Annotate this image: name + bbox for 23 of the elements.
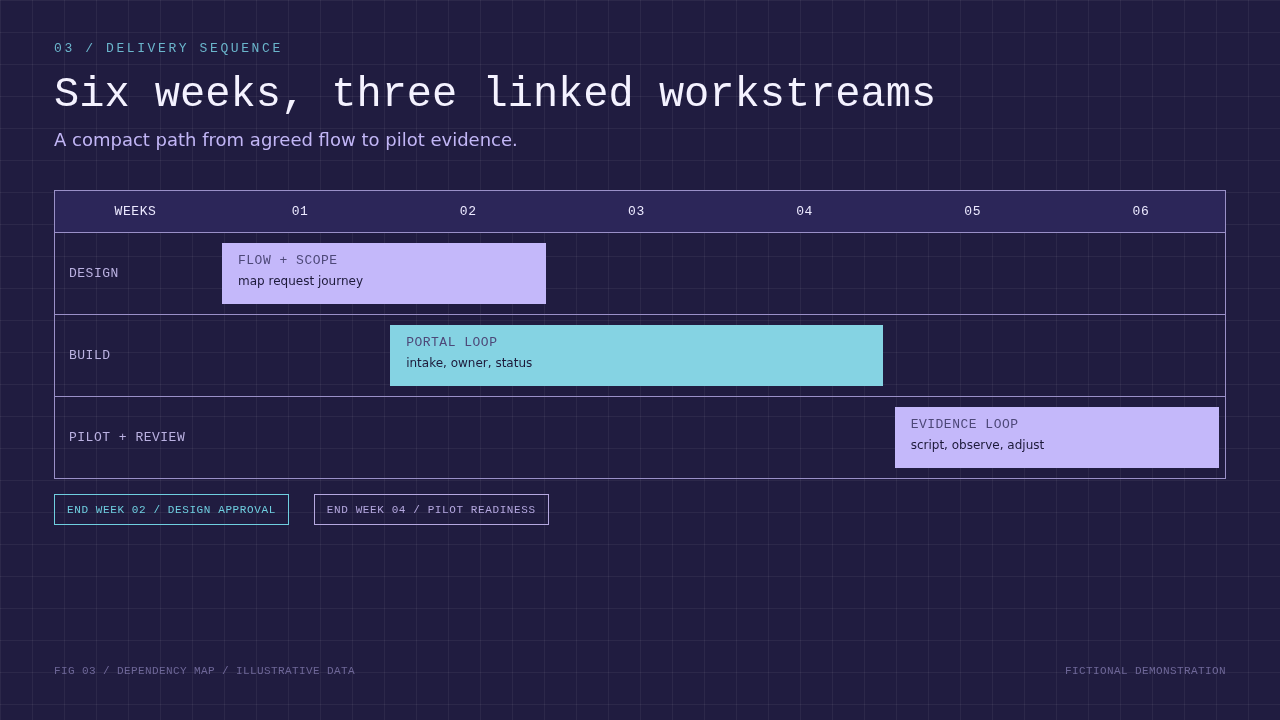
column-header: 06 — [1132, 204, 1150, 219]
task-description: map request journey — [238, 273, 363, 289]
slide-title: Six weeks, three linked workstreams — [54, 74, 937, 116]
row-label: PILOT + REVIEW — [69, 430, 186, 445]
milestone-tag: END WEEK 04 / PILOT READINESS — [313, 494, 549, 525]
column-header: 02 — [459, 204, 477, 219]
task-title: PORTAL LOOP — [406, 335, 498, 351]
footer-note: FICTIONAL DEMONSTRATION — [1064, 664, 1226, 678]
milestone-tag: END WEEK 02 / DESIGN APPROVAL — [54, 494, 289, 525]
task-title: FLOW + SCOPE — [238, 253, 338, 269]
task-description: script, observe, adjust — [910, 437, 1045, 453]
column-header: 01 — [291, 204, 309, 219]
column-header: 03 — [628, 204, 645, 219]
slide-subtitle: A compact path from agreed flow to pilot evidence. — [54, 129, 518, 151]
task-title: EVIDENCE LOOP — [910, 417, 1019, 433]
column-header: 05 — [964, 204, 982, 219]
column-header: 04 — [796, 204, 813, 219]
task-description: intake, owner, status — [406, 355, 533, 371]
row-label: DESIGN — [69, 266, 119, 281]
section-eyebrow: 03 / DELIVERY SEQUENCE — [54, 42, 283, 56]
figure-caption: FIG 03 / DEPENDENCY MAP / ILLUSTRATIVE DATA — [54, 664, 356, 678]
row-label: BUILD — [69, 348, 111, 363]
column-header: WEEKS — [114, 204, 157, 219]
